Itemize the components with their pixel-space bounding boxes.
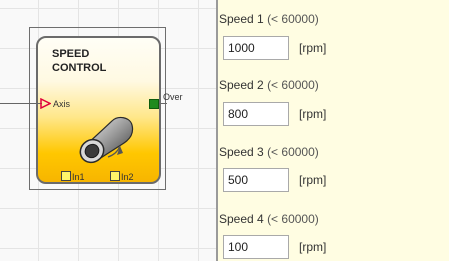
speed-2-label: Speed 2 (< 60000) bbox=[219, 78, 319, 92]
axis-input-label: Axis bbox=[53, 99, 71, 109]
over-output-label: Over bbox=[163, 92, 183, 102]
speed-4-name: Speed 4 bbox=[219, 212, 264, 226]
block-title: SPEED CONTROL bbox=[52, 48, 107, 74]
in1-label: In1 bbox=[72, 172, 85, 182]
in2-pin[interactable] bbox=[110, 171, 120, 181]
in1-pin[interactable] bbox=[61, 171, 71, 181]
speed-3-unit: [rpm] bbox=[299, 173, 327, 187]
speed-3-label: Speed 3 (< 60000) bbox=[219, 145, 319, 159]
speed-3-name: Speed 3 bbox=[219, 145, 264, 159]
input-arrow-icon[interactable] bbox=[40, 98, 51, 109]
speed-cylinder-icon bbox=[79, 116, 134, 164]
speed-2-name: Speed 2 bbox=[219, 78, 264, 92]
input-wire[interactable] bbox=[0, 103, 42, 104]
speed-1-label: Speed 1 (< 60000) bbox=[219, 12, 319, 26]
speed-1-limit: (< 60000) bbox=[267, 12, 319, 26]
speed-2-unit: [rpm] bbox=[299, 107, 327, 121]
speed-4-unit: [rpm] bbox=[299, 240, 327, 254]
speed-4-input[interactable] bbox=[223, 235, 289, 259]
speed-4-limit: (< 60000) bbox=[267, 212, 319, 226]
speed-3-limit: (< 60000) bbox=[267, 145, 319, 159]
in2-label: In2 bbox=[121, 172, 134, 182]
speed-3-input[interactable] bbox=[223, 168, 289, 192]
output-wire bbox=[159, 103, 167, 104]
speed-1-name: Speed 1 bbox=[219, 12, 264, 26]
speed-4-label: Speed 4 (< 60000) bbox=[219, 212, 319, 226]
speed-2-limit: (< 60000) bbox=[267, 78, 319, 92]
speed-1-unit: [rpm] bbox=[299, 41, 327, 55]
over-output-pin[interactable] bbox=[149, 99, 159, 109]
speed-1-input[interactable] bbox=[223, 36, 289, 60]
speed-2-input[interactable] bbox=[223, 102, 289, 126]
